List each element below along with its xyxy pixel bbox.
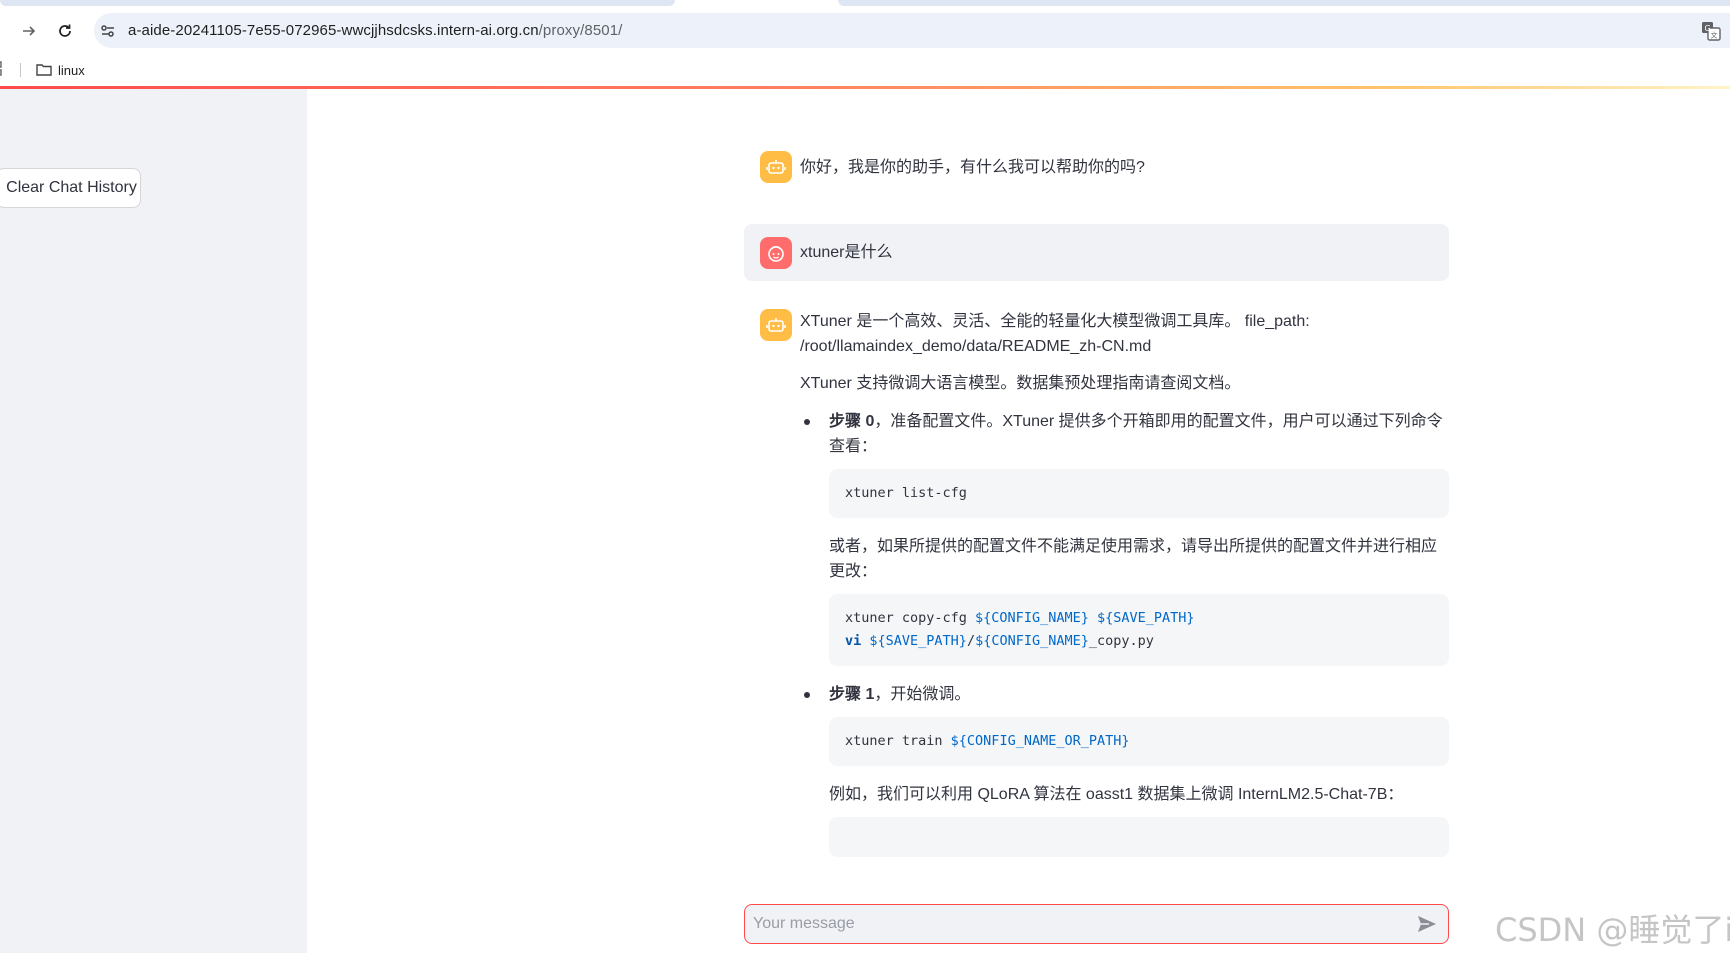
code-block[interactable]: xtuner train ${CONFIG_NAME_OR_PATH}: [829, 717, 1449, 766]
code-block[interactable]: xtuner list-cfg: [829, 469, 1449, 518]
bot-avatar-icon: [760, 309, 792, 341]
bookmarks-separator: [20, 63, 21, 77]
code-var: ${CONFIG_NAME}: [975, 610, 1089, 626]
example-text: 例如，我们可以利用 QLoRA 算法在 oasst1 数据集上微调 Intern…: [829, 786, 1404, 803]
bullet: [804, 419, 810, 425]
support-paragraph: XTuner 支持微调大语言模型。数据集预处理指南请查阅文档。: [800, 375, 1241, 392]
code-text: /: [966, 633, 976, 649]
list-item-step-0: 步骤 0，准备配置文件。XTuner 提供多个开箱即用的配置文件，用户可以通过下…: [800, 409, 1449, 666]
file-path-line: /root/llamaindex_demo/data/README_zh-CN.…: [800, 338, 1152, 355]
user-message: xtuner是什么: [744, 224, 1449, 281]
send-icon[interactable]: [1416, 914, 1438, 934]
svg-text:文: 文: [1711, 31, 1718, 40]
code-var: ${CONFIG_NAME_OR_PATH}: [950, 733, 1130, 749]
code-text: _copy.py: [1088, 633, 1154, 649]
message-text: 你好，我是你的助手，有什么我可以帮助你的吗?: [800, 159, 1145, 176]
code-cmd: xtuner train: [845, 733, 951, 749]
url-host: a-aide-20241105-7e55-072965-wwcjjhsdcsks…: [128, 22, 539, 39]
forward-icon[interactable]: [14, 16, 44, 46]
site-settings-icon[interactable]: [98, 21, 118, 41]
chat-messages: 你好，我是你的助手，有什么我可以帮助你的吗? xtuner是什么 XTuner …: [744, 89, 1449, 889]
clear-chat-history-button[interactable]: Clear Chat History: [0, 168, 141, 208]
step-alt-text: 或者，如果所提供的配置文件不能满足使用需求，请导出所提供的配置文件并进行相应更改…: [829, 538, 1438, 580]
answer-body: XTuner 是一个高效、灵活、全能的轻量化大模型微调工具库。 file_pat…: [800, 309, 1449, 873]
bookmark-label: linux: [58, 62, 85, 78]
watermark: CSDN @睡觉了i: [1495, 911, 1730, 949]
user-avatar-icon: [760, 237, 792, 269]
code-var: ${CONFIG_NAME}: [975, 633, 1089, 649]
code-keyword: vi: [845, 633, 862, 649]
apps-grid-icon[interactable]: [0, 61, 6, 77]
main-area: 你好，我是你的助手，有什么我可以帮助你的吗? xtuner是什么 XTuner …: [307, 89, 1730, 953]
folder-icon: [36, 64, 52, 76]
translate-icon[interactable]: G文: [1700, 20, 1722, 42]
assistant-message: 你好，我是你的助手，有什么我可以帮助你的吗?: [744, 151, 1449, 201]
code-block[interactable]: xtuner copy-cfg ${CONFIG_NAME} ${SAVE_PA…: [829, 594, 1449, 666]
address-bar[interactable]: a-aide-20241105-7e55-072965-wwcjjhsdcsks…: [94, 13, 1730, 48]
bookmark-folder-linux[interactable]: linux: [36, 59, 85, 81]
code-var: ${SAVE_PATH}: [869, 633, 967, 649]
bot-avatar-icon: [760, 151, 792, 183]
bullet: [804, 692, 810, 698]
step-text: ，准备配置文件。XTuner 提供多个开箱即用的配置文件，用户可以通过下列命令查…: [829, 413, 1443, 455]
reload-icon[interactable]: [50, 16, 80, 46]
step-text: ，开始微调。: [874, 686, 971, 703]
code-block[interactable]: [829, 817, 1449, 857]
url-path: /proxy/8501/: [538, 22, 623, 39]
step-label: 步骤 1: [829, 686, 875, 703]
code-var: ${SAVE_PATH}: [1096, 610, 1195, 626]
bookmarks-bar: linux: [0, 54, 1730, 86]
message-input[interactable]: [753, 905, 1393, 943]
step-label: 步骤 0: [829, 413, 875, 430]
sidebar: Clear Chat History: [0, 89, 307, 953]
url-text: a-aide-20241105-7e55-072965-wwcjjhsdcsks…: [128, 22, 622, 39]
assistant-message: XTuner 是一个高效、灵活、全能的轻量化大模型微调工具库。 file_pat…: [744, 309, 1449, 889]
chat-input-box[interactable]: [744, 904, 1449, 944]
code-line: xtuner list-cfg: [845, 485, 967, 501]
answer-intro: XTuner 是一个高效、灵活、全能的轻量化大模型微调工具库。 file_pat…: [800, 309, 1449, 359]
message-text: xtuner是什么: [800, 244, 893, 261]
browser-toolbar: a-aide-20241105-7e55-072965-wwcjjhsdcsks…: [0, 6, 1730, 54]
code-cmd: xtuner copy-cfg: [845, 610, 976, 626]
list-item-step-1: 步骤 1，开始微调。 xtuner train ${CONFIG_NAME_OR…: [800, 682, 1449, 857]
intro-line: XTuner 是一个高效、灵活、全能的轻量化大模型微调工具库。 file_pat…: [800, 313, 1310, 330]
